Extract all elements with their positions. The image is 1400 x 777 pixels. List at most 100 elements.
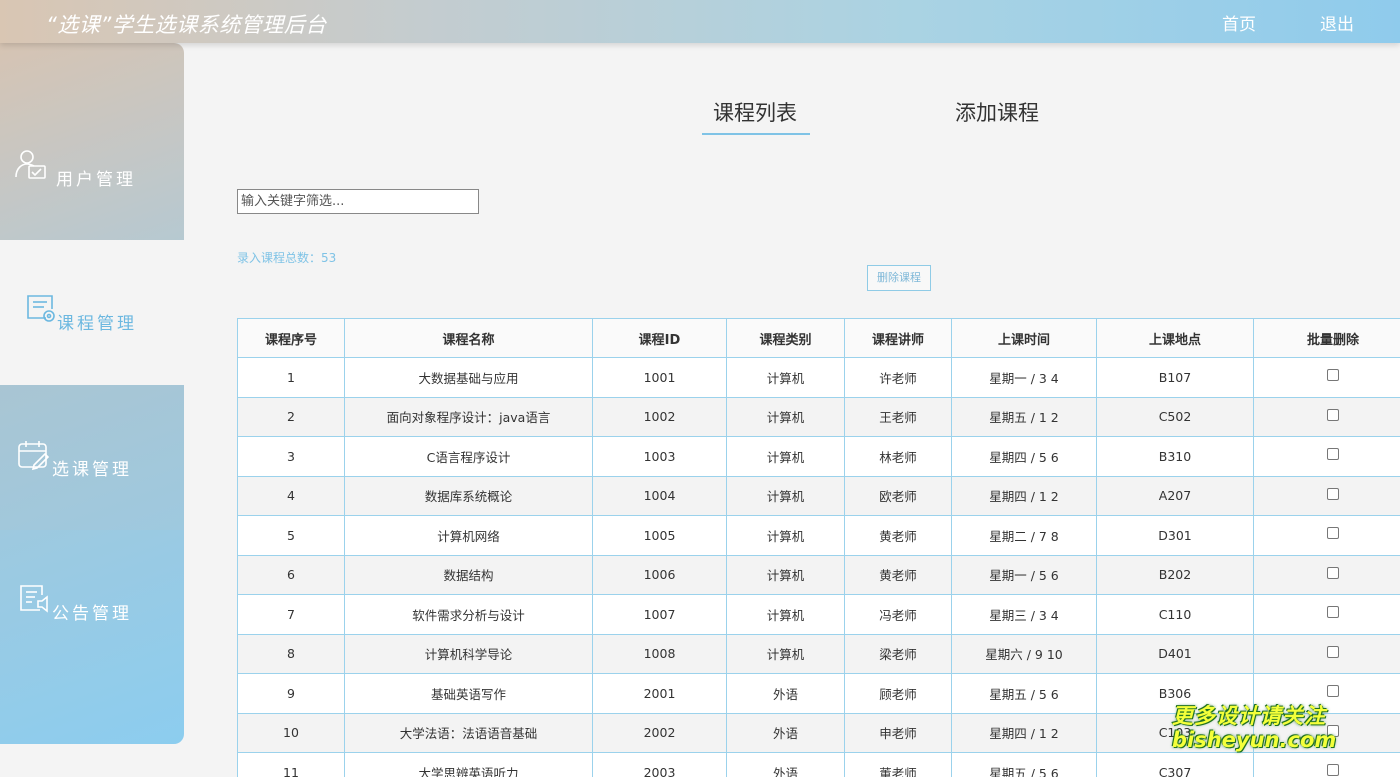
table-cell: 数据库系统概论: [344, 475, 593, 516]
table-cell: B310: [1096, 436, 1254, 477]
course-table: 课程序号 课程名称 课程ID 课程类别 课程讲师 上课时间 上课地点 批量删除 …: [237, 318, 1400, 777]
table-cell: 梁老师: [844, 633, 952, 674]
table-row: 6 数据结构 1006 计算机 黄老师 星期一 / 5 6 B202: [237, 554, 1400, 595]
table-cell: B306: [1096, 673, 1254, 714]
sidebar-item-course-management[interactable]: 课程管理: [0, 240, 184, 385]
course-count: 录入课程总数：53: [237, 251, 337, 265]
table-cell: 冯老师: [844, 594, 952, 635]
batch-delete-checkbox[interactable]: [1327, 566, 1339, 579]
table-cell: 计算机: [726, 436, 845, 477]
table-row: 10 大学法语：法语语音基础 2002 外语 申老师 星期四 / 1 2 C103: [237, 712, 1400, 753]
nav-home-link[interactable]: 首页: [1222, 10, 1256, 35]
batch-delete-checkbox[interactable]: [1327, 724, 1339, 737]
batch-delete-checkbox[interactable]: [1327, 527, 1339, 540]
table-cell: 大数据基础与应用: [344, 357, 593, 398]
batch-delete-cell: [1253, 712, 1400, 753]
table-row: 9 基础英语写作 2001 外语 顾老师 星期五 / 5 6 B306: [237, 673, 1400, 714]
app-title: “选课”学生选课系统管理后台: [46, 13, 327, 37]
table-cell: 2001: [592, 673, 727, 714]
batch-delete-checkbox[interactable]: [1327, 685, 1339, 698]
notice-icon: [20, 585, 48, 613]
batch-delete-checkbox[interactable]: [1327, 408, 1339, 421]
table-cell: 黄老师: [844, 515, 952, 556]
column-header: 课程名称: [344, 318, 593, 358]
table-cell: 1004: [592, 475, 727, 516]
sidebar-item-notice-management[interactable]: 公告管理: [0, 530, 184, 744]
batch-delete-checkbox[interactable]: [1327, 487, 1339, 500]
table-cell: 1007: [592, 594, 727, 635]
table-cell: 计算机网络: [344, 515, 593, 556]
batch-delete-cell: [1253, 475, 1400, 516]
table-row: 2 面向对象程序设计：java语言 1002 计算机 王老师 星期五 / 1 2 C502: [237, 396, 1400, 437]
top-bar: “选课”学生选课系统管理后台 首页 退出: [0, 0, 1400, 43]
sidebar-item-label: 公告管理: [52, 604, 132, 624]
table-cell: 1: [237, 357, 345, 398]
table-cell: 星期一 / 3 4: [951, 357, 1097, 398]
table-cell: 1008: [592, 633, 727, 674]
table-cell: 面向对象程序设计：java语言: [344, 396, 593, 437]
table-cell: 11: [237, 752, 345, 777]
table-cell: 星期五 / 1 2: [951, 396, 1097, 437]
table-cell: 1002: [592, 396, 727, 437]
table-cell: A207: [1096, 475, 1254, 516]
table-cell: 基础英语写作: [344, 673, 593, 714]
table-cell: B202: [1096, 554, 1254, 595]
batch-delete-checkbox[interactable]: [1327, 764, 1339, 777]
table-cell: 星期五 / 5 6: [951, 673, 1097, 714]
user-icon: [15, 150, 46, 179]
course-icon: [27, 295, 55, 322]
batch-delete-cell: [1253, 554, 1400, 595]
batch-delete-checkbox[interactable]: [1327, 645, 1339, 658]
table-cell: 欧老师: [844, 475, 952, 516]
sidebar-item-user-management[interactable]: 用户管理: [0, 43, 184, 240]
batch-delete-checkbox[interactable]: [1327, 448, 1339, 461]
table-cell: 外语: [726, 673, 845, 714]
table-row: 4 数据库系统概论 1004 计算机 欧老师 星期四 / 1 2 A207: [237, 475, 1400, 516]
table-cell: 星期六 / 9 10: [951, 633, 1097, 674]
table-cell: 软件需求分析与设计: [344, 594, 593, 635]
batch-delete-cell: [1253, 396, 1400, 437]
column-header: 上课地点: [1096, 318, 1254, 358]
sidebar-item-selection-management[interactable]: 选课管理: [0, 385, 184, 530]
table-cell: 4: [237, 475, 345, 516]
table-cell: C103: [1096, 712, 1254, 753]
table-cell: 计算机: [726, 515, 845, 556]
table-cell: D401: [1096, 633, 1254, 674]
table-cell: 计算机: [726, 594, 845, 635]
table-cell: 1003: [592, 436, 727, 477]
table-cell: 1001: [592, 357, 727, 398]
table-cell: 8: [237, 633, 345, 674]
tab-add-course[interactable]: 添加课程: [955, 97, 1039, 127]
tab-course-list[interactable]: 课程列表: [713, 97, 797, 127]
batch-delete-checkbox[interactable]: [1327, 369, 1339, 382]
table-cell: C110: [1096, 594, 1254, 635]
table-cell: 10: [237, 712, 345, 753]
table-row: 11 大学思辨英语听力 2003 外语 董老师 星期五 / 5 6 C307: [237, 752, 1400, 777]
column-header: 课程类别: [726, 318, 845, 358]
table-cell: 1005: [592, 515, 727, 556]
table-cell: 星期四 / 1 2: [951, 475, 1097, 516]
table-cell: 3: [237, 436, 345, 477]
batch-delete-checkbox[interactable]: [1327, 606, 1339, 619]
table-row: 1 大数据基础与应用 1001 计算机 许老师 星期一 / 3 4 B107: [237, 357, 1400, 398]
table-row: 8 计算机科学导论 1008 计算机 梁老师 星期六 / 9 10 D401: [237, 633, 1400, 674]
table-cell: 申老师: [844, 712, 952, 753]
nav-logout-link[interactable]: 退出: [1320, 10, 1354, 35]
column-header: 课程ID: [592, 318, 727, 358]
table-cell: 计算机: [726, 554, 845, 595]
table-cell: C语言程序设计: [344, 436, 593, 477]
delete-course-button[interactable]: 删除课程: [867, 265, 931, 291]
active-tab-indicator: [702, 133, 810, 135]
sidebar: 用户管理 课程管理 选课管理 公告管理: [0, 43, 184, 744]
table-row: 3 C语言程序设计 1003 计算机 林老师 星期四 / 5 6 B310: [237, 436, 1400, 477]
search-input[interactable]: [237, 189, 479, 214]
column-header: 批量删除: [1253, 318, 1400, 358]
table-cell: 9: [237, 673, 345, 714]
table-cell: 计算机科学导论: [344, 633, 593, 674]
table-cell: 6: [237, 554, 345, 595]
table-cell: D301: [1096, 515, 1254, 556]
table-cell: 顾老师: [844, 673, 952, 714]
batch-delete-cell: [1253, 357, 1400, 398]
table-cell: 大学法语：法语语音基础: [344, 712, 593, 753]
batch-delete-cell: [1253, 594, 1400, 635]
